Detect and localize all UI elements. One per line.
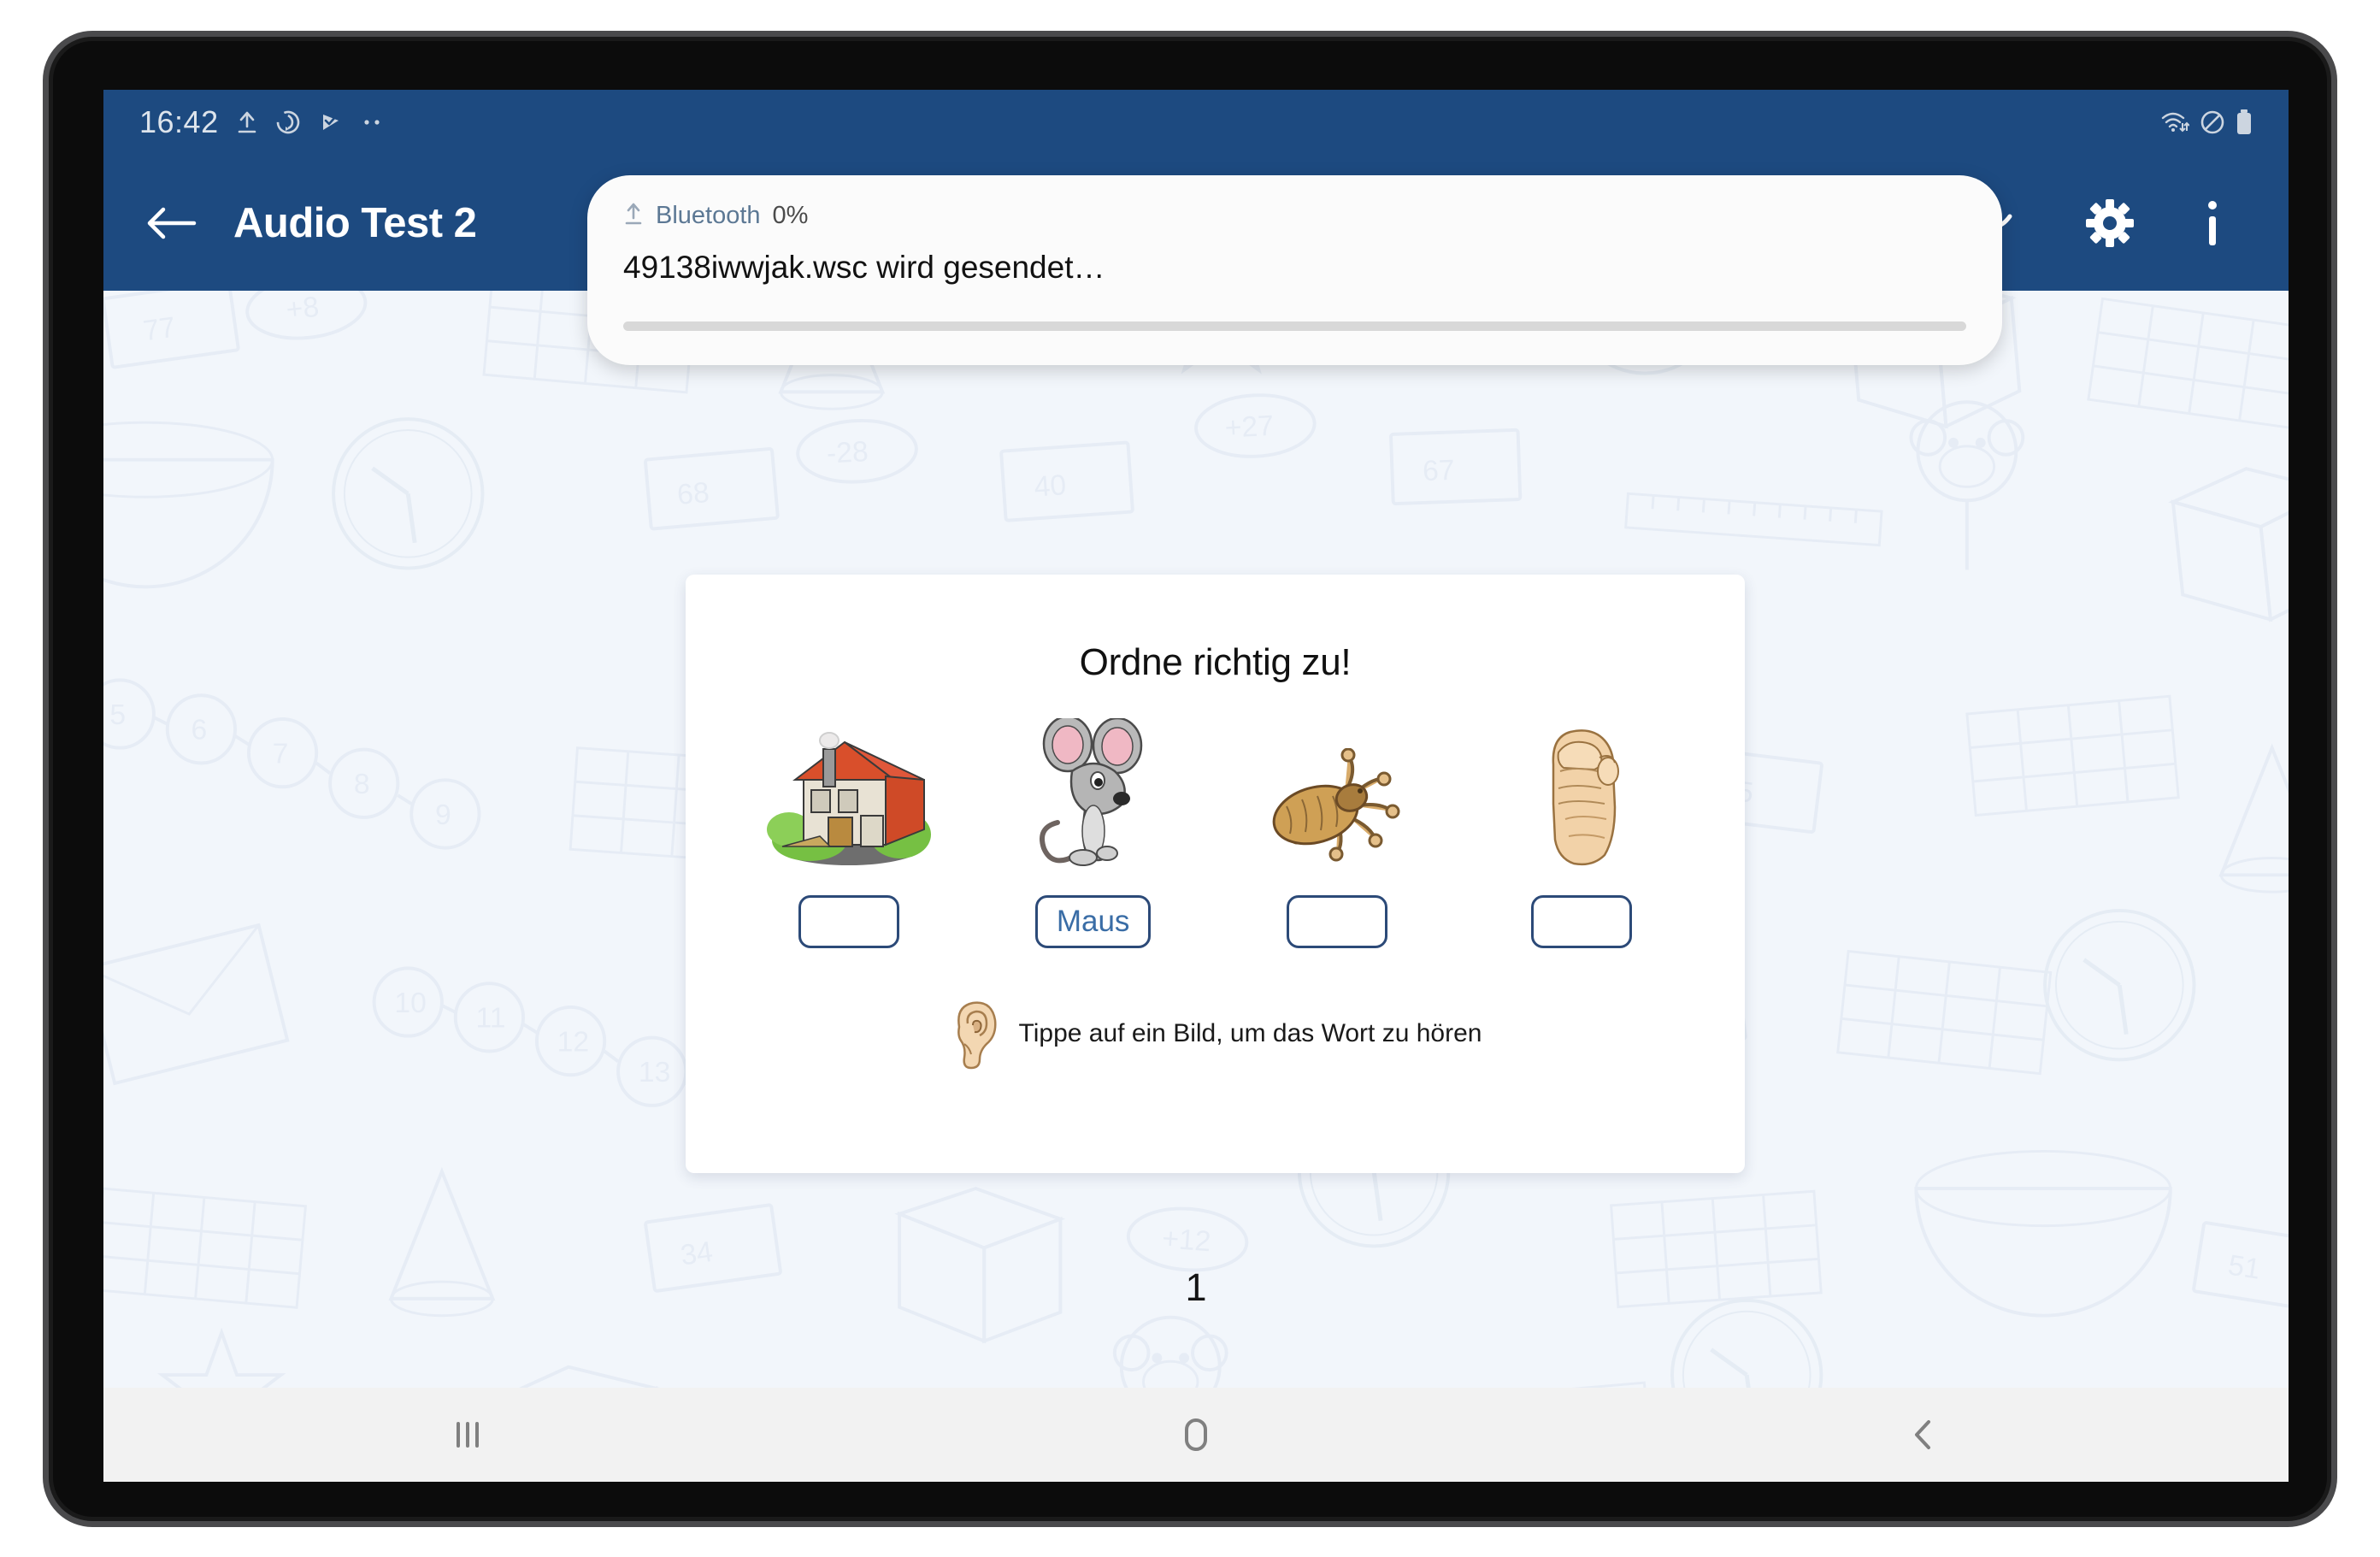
exercise-title: Ordne richtig zu!	[1079, 641, 1352, 683]
svg-text:9: 9	[435, 799, 451, 831]
status-bar: 16:42	[103, 90, 2289, 155]
svg-text:10: 10	[394, 988, 426, 1019]
recents-icon[interactable]	[103, 1417, 832, 1453]
content-area: 77 +8 28 27 68 -28 40 +27	[103, 291, 2289, 1482]
svg-text:40: 40	[1033, 469, 1067, 504]
check-flag-icon	[318, 109, 344, 135]
svg-text:77: 77	[141, 312, 177, 348]
louse-image[interactable]	[1263, 718, 1412, 868]
tablet-frame: 77 +8 28 27 68 -28 40 +27	[43, 31, 2337, 1527]
svg-text:+12: +12	[1161, 1223, 1212, 1258]
ear-icon	[957, 1001, 997, 1070]
sync-icon	[275, 109, 301, 135]
screen: 77 +8 28 27 68 -28 40 +27	[103, 90, 2289, 1482]
notification-app-name: Bluetooth	[656, 202, 761, 229]
exercise-item-maus: Maus	[971, 718, 1216, 948]
mouse-image[interactable]	[1018, 718, 1168, 868]
answer-box-maus[interactable]: Maus	[1034, 895, 1152, 948]
notification-message: 49138iwwjak.wsc wird gesendet…	[623, 250, 1105, 285]
svg-text:12: 12	[557, 1026, 589, 1058]
info-icon[interactable]	[2201, 198, 2224, 249]
android-nav-bar	[103, 1388, 2289, 1482]
svg-text:5: 5	[109, 699, 126, 731]
svg-text:13: 13	[639, 1057, 670, 1088]
back-icon[interactable]	[1560, 1415, 2289, 1454]
bluetooth-upload-icon	[623, 201, 644, 231]
status-clock: 16:42	[139, 104, 219, 139]
answer-box-laus[interactable]	[1287, 895, 1388, 948]
page-number: 1	[1185, 1265, 1207, 1309]
notification-progress-bar	[623, 321, 1966, 331]
hint-text: Tippe auf ein Bild, um das Wort zu hören	[1018, 1019, 1482, 1047]
answer-box-faust[interactable]	[1531, 895, 1633, 948]
exercise-card: Ordne richtig zu! Maus Tippe auf ein Bil…	[686, 575, 1745, 1173]
exercise-item-laus	[1216, 718, 1460, 948]
settings-icon[interactable]	[2085, 198, 2135, 248]
house-image[interactable]	[757, 718, 940, 868]
battery-icon	[2236, 109, 2253, 136]
svg-text:-28: -28	[826, 436, 869, 469]
exercise-item-faust	[1459, 718, 1704, 948]
notification-toast[interactable]: Bluetooth 0% 49138iwwjak.wsc wird gesend…	[587, 175, 2002, 365]
upload-icon	[236, 109, 258, 135]
svg-text:11: 11	[476, 1003, 506, 1035]
svg-text:68: 68	[676, 477, 711, 511]
home-icon[interactable]	[832, 1415, 1560, 1454]
page-title: Audio Test 2	[233, 199, 477, 246]
exercise-item-haus	[727, 718, 971, 948]
wifi-icon	[2160, 110, 2189, 134]
status-bar-left: 16:42	[139, 104, 385, 140]
status-bar-right	[2160, 109, 2253, 136]
do-not-disturb-icon	[2200, 109, 2225, 135]
fist-image[interactable]	[1526, 718, 1637, 868]
svg-text:8: 8	[354, 769, 370, 800]
svg-text:6: 6	[191, 715, 208, 746]
svg-text:67: 67	[1423, 455, 1456, 487]
svg-text:+27: +27	[1224, 410, 1275, 445]
hint-row: Tippe auf ein Bild, um das Wort zu hören	[686, 998, 1745, 1070]
back-arrow-button[interactable]	[133, 204, 209, 242]
more-dots-icon	[361, 118, 385, 127]
notification-percent: 0%	[772, 202, 809, 229]
picture-row: Maus	[686, 718, 1745, 948]
svg-text:7: 7	[273, 739, 289, 770]
answer-box-haus[interactable]	[798, 895, 899, 948]
svg-text:+8: +8	[285, 292, 321, 327]
notification-header: Bluetooth 0%	[623, 201, 1966, 231]
